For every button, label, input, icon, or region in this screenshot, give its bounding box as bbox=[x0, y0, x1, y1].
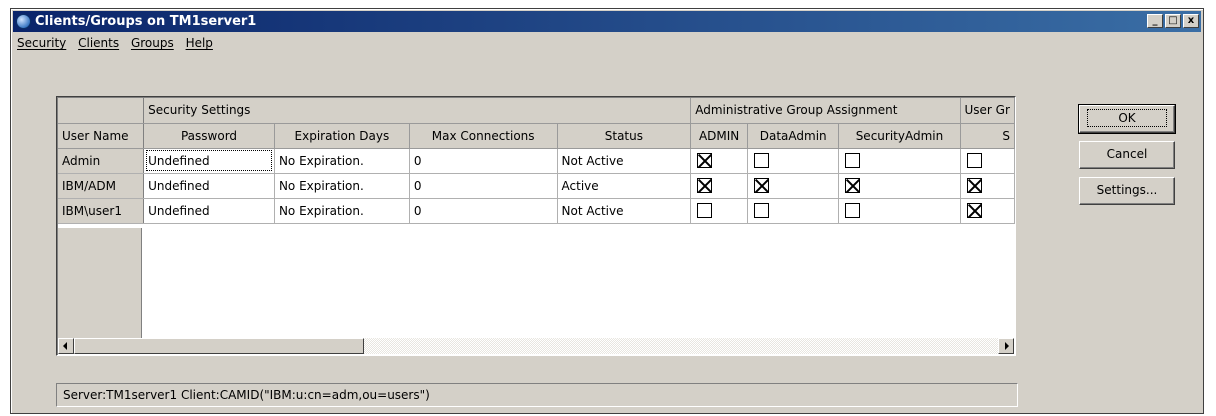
admin-checkbox[interactable] bbox=[697, 153, 713, 168]
group-header-admin-assignment: Administrative Group Assignment bbox=[690, 98, 961, 124]
password-cell[interactable]: Undefined bbox=[143, 198, 275, 224]
max-connections-cell[interactable]: 0 bbox=[409, 198, 558, 224]
row-header-user[interactable]: IBM\user1 bbox=[58, 198, 145, 224]
dataadmin-checkbox[interactable] bbox=[753, 178, 769, 193]
securityadmin-checkbox[interactable] bbox=[845, 153, 861, 168]
expiration-cell[interactable]: No Expiration. bbox=[274, 173, 410, 199]
cancel-button[interactable]: Cancel bbox=[1079, 141, 1175, 169]
table-row: IBM/ADM Undefined No Expiration. 0 Activ… bbox=[58, 173, 1015, 199]
scroll-left-button[interactable] bbox=[58, 338, 74, 354]
menu-bar: Security Clients Groups Help bbox=[13, 33, 1201, 53]
ok-button-label: OK bbox=[1087, 109, 1167, 127]
user-group-checkbox[interactable] bbox=[966, 203, 982, 218]
scroll-right-button[interactable] bbox=[998, 338, 1014, 354]
menu-groups[interactable]: Groups bbox=[127, 33, 178, 53]
password-cell[interactable]: Undefined bbox=[143, 148, 275, 174]
dataadmin-checkbox[interactable] bbox=[753, 153, 769, 168]
status-cell: Active bbox=[557, 173, 692, 199]
max-connections-cell[interactable]: 0 bbox=[409, 148, 558, 174]
scrollbar-thumb[interactable] bbox=[74, 338, 364, 354]
settings-button[interactable]: Settings... bbox=[1079, 177, 1175, 205]
admin-checkbox[interactable] bbox=[697, 203, 713, 218]
column-header-user-name[interactable]: User Name bbox=[58, 123, 145, 149]
group-header-security-settings: Security Settings bbox=[143, 98, 692, 124]
status-bar: Server:TM1server1 Client:CAMID("IBM:u:cn… bbox=[56, 383, 1018, 407]
column-header-user-group[interactable]: S bbox=[960, 123, 1015, 149]
dataadmin-checkbox[interactable] bbox=[753, 203, 769, 218]
row-header-user[interactable]: IBM/ADM bbox=[58, 173, 145, 199]
menu-help[interactable]: Help bbox=[182, 33, 217, 53]
arrow-left-icon bbox=[63, 342, 67, 350]
close-button[interactable]: x bbox=[1183, 14, 1199, 28]
corner-cell bbox=[58, 98, 145, 124]
column-header-max-connections[interactable]: Max Connections bbox=[409, 123, 558, 149]
maximize-button[interactable]: □ bbox=[1165, 14, 1181, 28]
horizontal-scrollbar[interactable] bbox=[58, 338, 1014, 354]
table-row: IBM\user1 Undefined No Expiration. 0 Not… bbox=[58, 198, 1015, 224]
user-group-checkbox[interactable] bbox=[966, 153, 982, 168]
arrow-right-icon bbox=[1005, 342, 1009, 350]
tm1-app-icon bbox=[16, 14, 31, 29]
column-header-securityadmin[interactable]: SecurityAdmin bbox=[838, 123, 961, 149]
status-cell: Not Active bbox=[557, 198, 692, 224]
securityadmin-checkbox[interactable] bbox=[845, 203, 861, 218]
column-header-admin[interactable]: ADMIN bbox=[690, 123, 748, 149]
expiration-cell[interactable]: No Expiration. bbox=[274, 148, 410, 174]
table-row: Admin Undefined No Expiration. 0 Not Act… bbox=[58, 148, 1015, 174]
ok-button[interactable]: OK bbox=[1078, 104, 1176, 134]
row-header-fill bbox=[58, 228, 142, 340]
max-connections-cell[interactable]: 0 bbox=[409, 173, 558, 199]
column-header-status[interactable]: Status bbox=[557, 123, 692, 149]
column-header-dataadmin[interactable]: DataAdmin bbox=[747, 123, 840, 149]
column-header-password[interactable]: Password bbox=[143, 123, 275, 149]
clients-groups-grid[interactable]: Security Settings Administrative Group A… bbox=[56, 96, 1016, 356]
securityadmin-checkbox[interactable] bbox=[845, 178, 861, 193]
expiration-cell[interactable]: No Expiration. bbox=[274, 198, 410, 224]
minimize-button[interactable]: _ bbox=[1147, 14, 1163, 28]
column-header-expiration-days[interactable]: Expiration Days bbox=[274, 123, 410, 149]
password-cell[interactable]: Undefined bbox=[143, 173, 275, 199]
clients-groups-window: Clients/Groups on TM1server1 _ □ x Secur… bbox=[10, 8, 1204, 414]
menu-clients[interactable]: Clients bbox=[74, 33, 123, 53]
window-title: Clients/Groups on TM1server1 bbox=[35, 14, 257, 29]
row-header-user[interactable]: Admin bbox=[58, 148, 145, 174]
admin-checkbox[interactable] bbox=[697, 178, 713, 193]
menu-security[interactable]: Security bbox=[13, 33, 70, 53]
title-bar[interactable]: Clients/Groups on TM1server1 _ □ x bbox=[13, 11, 1201, 32]
group-header-user-groups: User Gr bbox=[960, 98, 1015, 124]
status-cell: Not Active bbox=[557, 148, 692, 174]
user-group-checkbox[interactable] bbox=[966, 178, 982, 193]
